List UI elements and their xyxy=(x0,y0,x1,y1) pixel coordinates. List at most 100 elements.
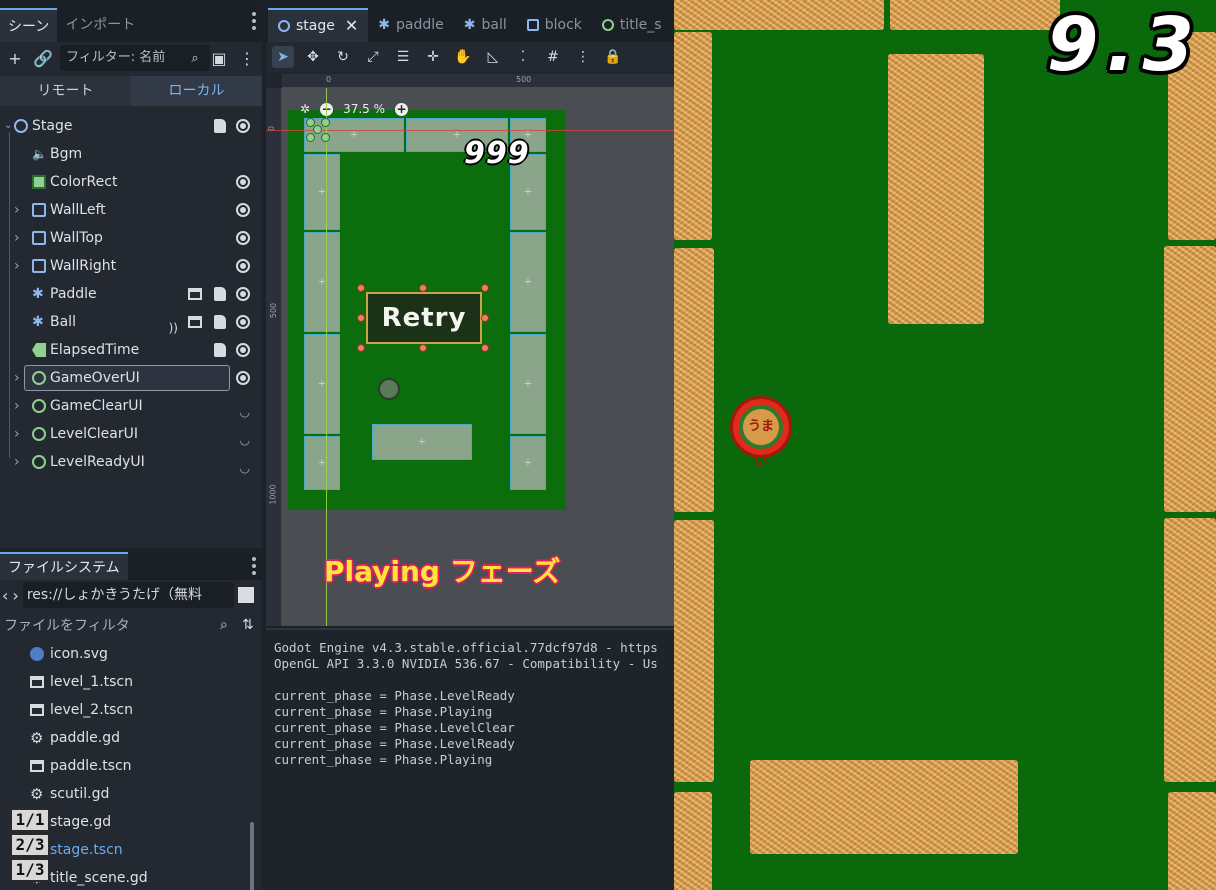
chevron-right-icon[interactable]: › xyxy=(14,364,20,392)
tab-label: ball xyxy=(481,17,507,33)
filesystem-menu-icon[interactable] xyxy=(252,557,256,575)
scene-dock-menu-icon[interactable] xyxy=(252,12,256,30)
scene-node-walltop[interactable]: › WallTop xyxy=(0,224,262,252)
file-item[interactable]: paddle.tscn xyxy=(0,752,262,780)
file-item[interactable]: ⚙ scutil.gd xyxy=(0,780,262,808)
zoom-in-icon[interactable]: + xyxy=(395,102,408,116)
select-tool-icon[interactable]: ➤ xyxy=(272,46,294,68)
pan-tool-icon[interactable]: ✋ xyxy=(452,46,474,68)
chevron-right-icon[interactable]: › xyxy=(14,252,20,280)
scene-node-colorrect[interactable]: ColorRect xyxy=(0,168,262,196)
zoom-level[interactable]: 37.5 % xyxy=(343,102,385,116)
retry-button-preview[interactable]: Retry xyxy=(366,292,482,344)
scene-node-wallleft[interactable]: › WallLeft xyxy=(0,196,262,224)
script-icon[interactable] xyxy=(214,287,226,301)
lock-icon[interactable]: 🔒 xyxy=(602,46,624,68)
file-item[interactable]: ⚙ paddle.gd xyxy=(0,724,262,752)
scene-node-bgm[interactable]: 🔈 Bgm xyxy=(0,140,262,168)
scene-node-levelreadyui[interactable]: › LevelReadyUI ◡ xyxy=(0,448,262,476)
scene-node-ball[interactable]: ✱ Ball)) xyxy=(0,308,262,336)
visibility-eye-icon[interactable] xyxy=(236,287,250,301)
wall-right-block xyxy=(510,334,546,434)
scene-node-levelclearui[interactable]: › LevelClearUI ◡ xyxy=(0,420,262,448)
back-icon[interactable]: ‹ xyxy=(2,586,8,605)
file-item[interactable]: level_2.tscn xyxy=(0,696,262,724)
file-item[interactable]: level_1.tscn xyxy=(0,668,262,696)
sort-icon[interactable]: ⇅ xyxy=(242,617,258,633)
scene-node-gameoverui[interactable]: › GameOverUI xyxy=(0,364,262,392)
file-name: paddle.tscn xyxy=(50,758,132,774)
tab-label: paddle xyxy=(396,17,444,33)
attach-script-icon[interactable]: ▣ xyxy=(208,47,230,69)
scene-tree-menu-icon[interactable]: ⋮ xyxy=(236,47,258,69)
visibility-closed-icon[interactable]: ◡ xyxy=(240,454,250,482)
link-icon[interactable]: 🔗 xyxy=(32,47,54,69)
script-icon[interactable] xyxy=(214,343,226,357)
visibility-eye-icon[interactable] xyxy=(236,203,250,217)
tab-ball[interactable]: ✱ ball xyxy=(454,8,517,42)
chevron-right-icon[interactable]: › xyxy=(14,224,20,252)
add-node-icon[interactable]: + xyxy=(4,47,26,69)
chevron-down-icon[interactable]: ⌄ xyxy=(4,112,12,140)
scene-node-elapsedtime[interactable]: ElapsedTime xyxy=(0,336,262,364)
scale-tool-icon[interactable]: ⤢ xyxy=(362,46,384,68)
selection-handle[interactable] xyxy=(481,344,489,352)
output-line: current_phase = Phase.LevelClear xyxy=(274,720,515,735)
ruler-tool-icon[interactable]: ◺ xyxy=(482,46,504,68)
scene-node-wallright[interactable]: › WallRight xyxy=(0,252,262,280)
grid-snap-icon[interactable]: # xyxy=(542,46,564,68)
file-filter-input[interactable]: ファイルをフィルタ xyxy=(4,615,220,635)
visibility-eye-icon[interactable] xyxy=(236,231,250,245)
tab-paddle[interactable]: ✱ paddle xyxy=(368,8,453,42)
file-list-scrollbar[interactable] xyxy=(250,822,254,890)
selection-handle[interactable] xyxy=(419,344,427,352)
smart-snap-icon[interactable]: ⁚ xyxy=(512,46,534,68)
rotate-tool-icon[interactable]: ↻ xyxy=(332,46,354,68)
open-scene-icon[interactable] xyxy=(188,316,202,328)
chevron-right-icon[interactable]: › xyxy=(14,448,20,476)
tab-filesystem[interactable]: ファイルシステム xyxy=(0,552,128,580)
open-scene-icon[interactable] xyxy=(188,288,202,300)
chevron-right-icon[interactable]: › xyxy=(14,392,20,420)
selection-handle[interactable] xyxy=(357,344,365,352)
tab-import[interactable]: インポート xyxy=(57,8,143,42)
tab-scene[interactable]: シーン xyxy=(0,8,58,42)
selection-handle[interactable] xyxy=(481,284,489,292)
scene-node-label: Bgm xyxy=(50,146,83,162)
pivot-tool-icon[interactable]: ✛ xyxy=(422,46,444,68)
forward-icon[interactable]: › xyxy=(12,586,18,605)
visibility-eye-icon[interactable] xyxy=(236,259,250,273)
visibility-eye-icon[interactable] xyxy=(236,343,250,357)
tab-stage[interactable]: stage ✕ xyxy=(268,8,369,43)
scene-node-stage[interactable]: ⌄ Stage xyxy=(0,112,262,140)
visibility-eye-icon[interactable] xyxy=(236,119,250,133)
move-tool-icon[interactable]: ✥ xyxy=(302,46,324,68)
scene-node-paddle[interactable]: ✱ Paddle xyxy=(0,280,262,308)
chevron-right-icon[interactable]: › xyxy=(14,420,20,448)
selection-handle[interactable] xyxy=(357,314,365,322)
scene-tree: ⌄ Stage 🔈 Bgm ColorRect › WallLeft › WallTop › Wal… xyxy=(0,106,262,476)
tab-title-scene[interactable]: title_s xyxy=(592,8,672,42)
script-icon[interactable] xyxy=(214,119,226,133)
visibility-eye-icon[interactable] xyxy=(236,175,250,189)
close-icon[interactable]: ✕ xyxy=(345,9,358,43)
file-item[interactable]: icon.svg xyxy=(0,640,262,668)
selection-handle[interactable] xyxy=(357,284,365,292)
center-view-icon[interactable]: ✲ xyxy=(300,102,310,116)
chevron-right-icon[interactable]: › xyxy=(14,196,20,224)
visibility-eye-icon[interactable] xyxy=(236,315,250,329)
script-icon[interactable] xyxy=(214,315,226,329)
path-input[interactable]: res://しょかきうたげ（無料 xyxy=(22,582,234,608)
tab-block[interactable]: block xyxy=(517,8,592,42)
visibility-eye-icon[interactable] xyxy=(236,371,250,385)
selection-handle[interactable] xyxy=(481,314,489,322)
scene-file-icon xyxy=(30,676,44,688)
selection-handle[interactable] xyxy=(419,284,427,292)
snap-options-icon[interactable]: ⋮ xyxy=(572,46,594,68)
remote-button[interactable]: リモート xyxy=(0,76,131,106)
local-button[interactable]: ローカル xyxy=(131,76,262,106)
list-tool-icon[interactable]: ☰ xyxy=(392,46,414,68)
canvas-viewport[interactable]: 999 Retry ✲ − 37.5 % + xyxy=(282,88,674,626)
split-mode-icon[interactable] xyxy=(238,587,254,603)
scene-node-gameclearui[interactable]: › GameClearUI ◡ xyxy=(0,392,262,420)
